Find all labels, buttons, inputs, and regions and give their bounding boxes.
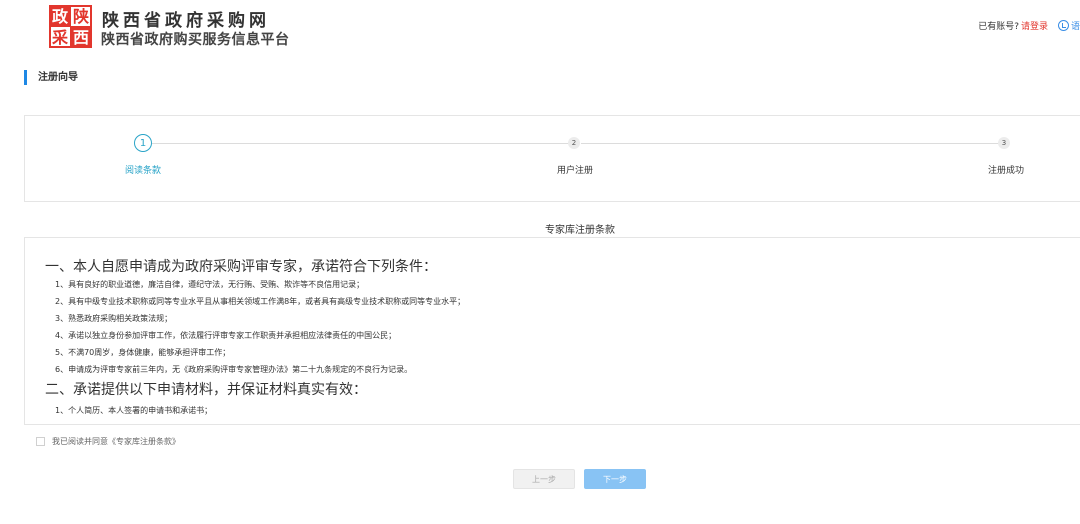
step-label-user-register: 用户注册 [556, 166, 594, 176]
terms-item: 6、申请成为评审专家前三年内，无《政府采购评审专家管理办法》第二十九条规定的不良… [55, 365, 413, 374]
step-node-3: 3 [998, 137, 1010, 149]
language-icon[interactable] [1057, 20, 1069, 31]
step-node-1: 1 [134, 134, 152, 152]
step-connector [581, 143, 999, 144]
agree-checkbox[interactable] [36, 436, 45, 446]
terms-item: 1、具有良好的职业道德，廉洁自律，遵纪守法，无行贿、受贿、欺诈等不良信用记录； [55, 280, 365, 289]
terms-item: 4、承诺以独立身份参加评审工作，依法履行评审专家工作职责并承担相应法律责任的中国… [55, 331, 397, 340]
svg-text:采: 采 [51, 28, 68, 47]
account-prompt: 已有账号? [978, 22, 1019, 32]
prev-step-button[interactable]: 上一步 [513, 469, 575, 489]
language-link[interactable]: 语 [1071, 19, 1080, 32]
page-title: 注册向导 [24, 70, 78, 85]
login-link[interactable]: 请登录 [1021, 19, 1048, 32]
terms-title: 专家库注册条款 [545, 225, 615, 236]
terms-heading: 一、本人自愿申请成为政府采购评审专家，承诺符合下列条件： [45, 259, 437, 275]
registration-steps: 1 2 3 阅读条款 用户注册 注册成功 [24, 115, 1080, 202]
step-label-read-terms: 阅读条款 [124, 166, 162, 176]
site-title: 陕西省政府采购网 [102, 11, 270, 31]
step-connector [152, 143, 572, 144]
site-subtitle: 陕西省政府购买服务信息平台 [101, 32, 290, 48]
terms-heading: 二、承诺提供以下申请材料，并保证材料真实有效： [45, 382, 367, 398]
svg-text:陕: 陕 [73, 7, 89, 26]
terms-item: 5、不满70周岁，身体健康，能够承担评审工作； [55, 348, 231, 357]
agree-label[interactable]: 我已阅读并同意《专家库注册条款》 [52, 436, 180, 447]
account-area: 已有账号? 请登录 语 [978, 19, 1080, 32]
site-header: 政 陕 采 西 陕西省政府采购网 陕西省政府购买服务信息平台 已有账号? 请登录… [0, 0, 1080, 54]
site-logo-icon[interactable]: 政 陕 采 西 [49, 5, 92, 48]
terms-content: 一、本人自愿申请成为政府采购评审专家，承诺符合下列条件： 1、具有良好的职业道德… [45, 258, 1075, 419]
agree-row: 我已阅读并同意《专家库注册条款》 [36, 435, 180, 447]
step-label-register-success: 注册成功 [987, 166, 1025, 176]
step-node-2: 2 [568, 137, 580, 149]
terms-item: 1、个人简历、本人签署的申请书和承诺书； [55, 406, 213, 415]
svg-text:西: 西 [73, 28, 89, 47]
svg-text:政: 政 [52, 7, 69, 26]
terms-item: 2、具有中级专业技术职称或同等专业水平且从事相关领域工作满8年，或者具有高级专业… [55, 297, 466, 306]
terms-content-box[interactable]: 一、本人自愿申请成为政府采购评审专家，承诺符合下列条件： 1、具有良好的职业道德… [24, 237, 1080, 425]
next-step-button[interactable]: 下一步 [584, 469, 646, 489]
terms-item: 3、熟悉政府采购相关政策法规； [55, 314, 173, 323]
